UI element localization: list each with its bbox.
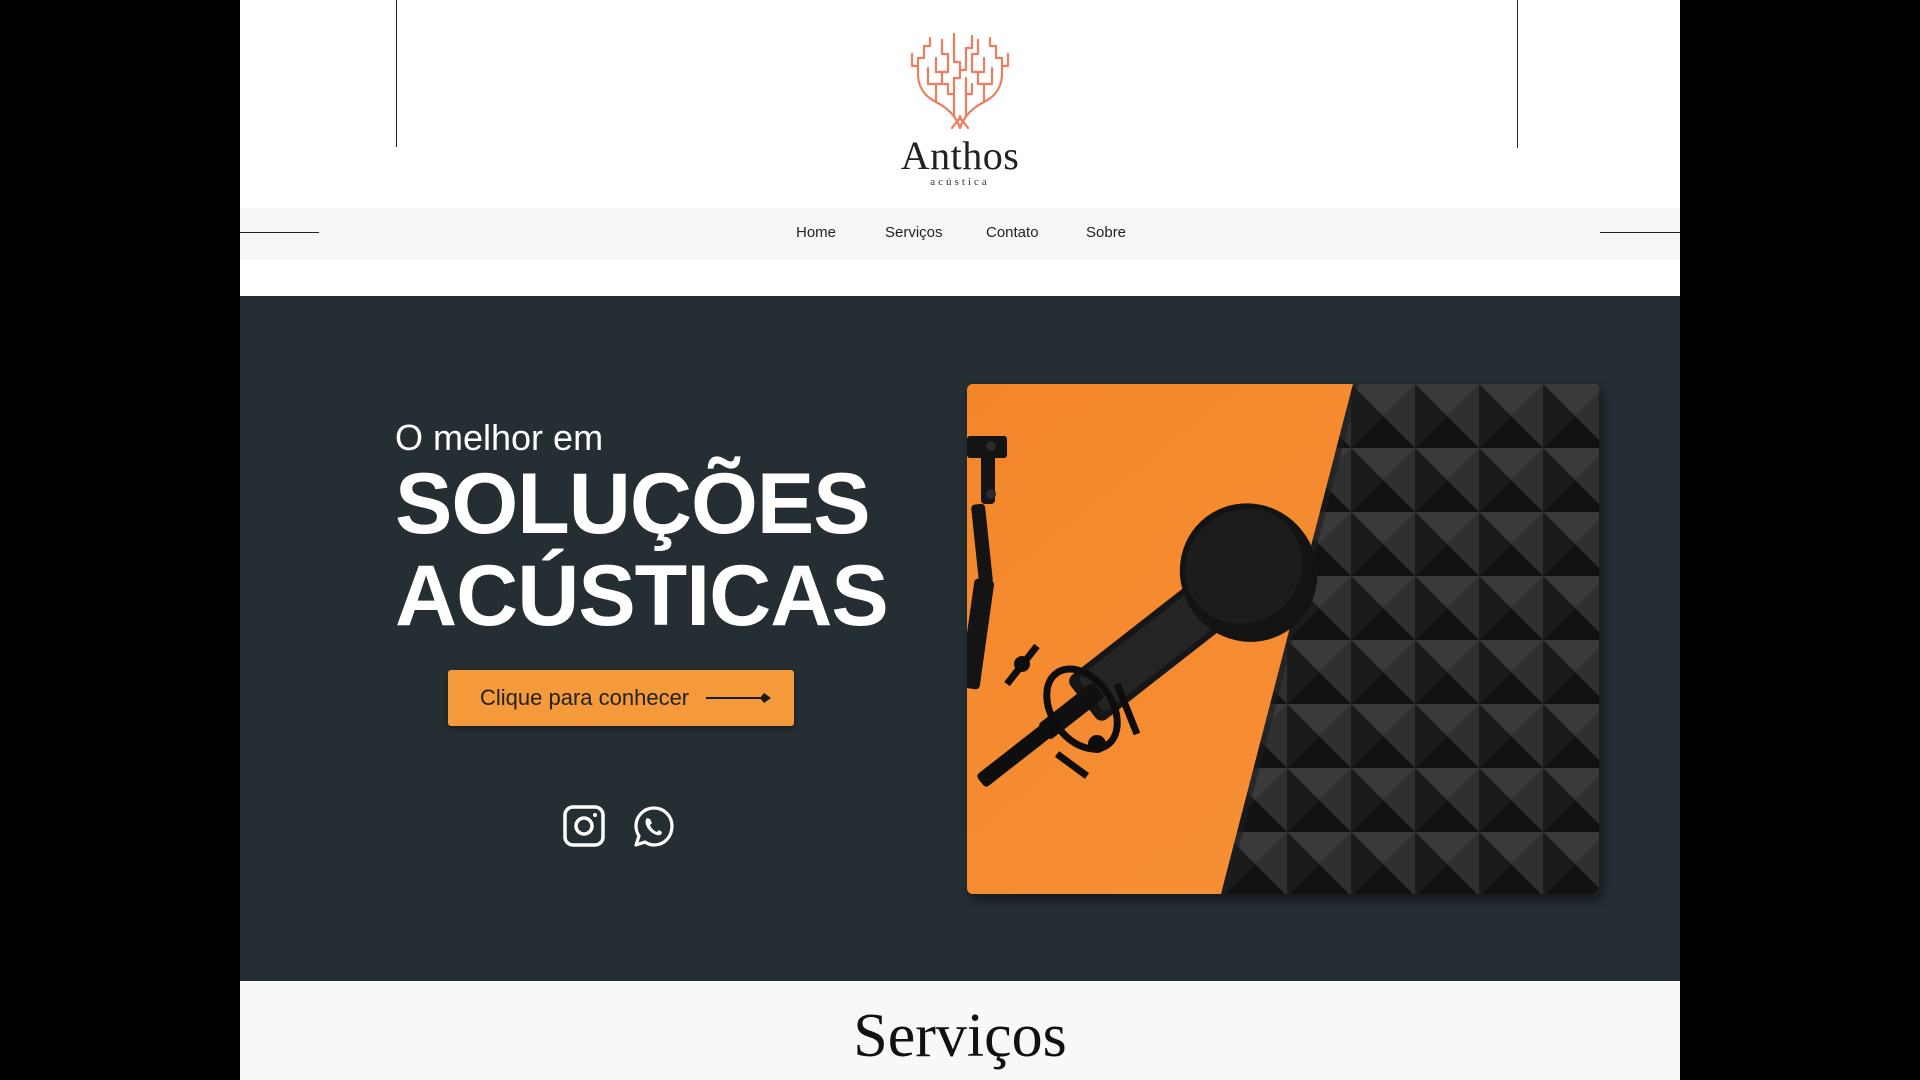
page: Anthos acústica Home Serviços Contato So…	[240, 0, 1680, 1080]
brand-tagline: acústica	[930, 176, 990, 188]
services-section: Serviços	[240, 981, 1680, 1080]
coral-tree-icon	[910, 32, 1010, 130]
hero-title-line-1: SOLUÇÕES	[395, 456, 871, 552]
microphone-image	[967, 384, 1599, 894]
nav-item-contato[interactable]: Contato	[986, 224, 1039, 241]
arrow-right-icon	[706, 693, 771, 703]
nav-bar: Home Serviços Contato Sobre	[240, 208, 1680, 260]
whatsapp-icon[interactable]	[632, 804, 676, 848]
nav-links: Home Serviços Contato Sobre	[240, 208, 1680, 260]
header-divider-left	[396, 0, 397, 147]
nav-item-servicos[interactable]: Serviços	[885, 224, 943, 241]
services-title: Serviços	[853, 1002, 1067, 1070]
nav-item-home[interactable]: Home	[796, 224, 836, 241]
hero-image	[967, 384, 1599, 894]
header-divider-right	[1517, 0, 1518, 148]
hero-title: SOLUÇÕES ACÚSTICAS	[395, 456, 889, 644]
social-links	[562, 804, 682, 848]
hero-title-line-2: ACÚSTICAS	[395, 548, 889, 644]
cta-button[interactable]: Clique para conhecer	[448, 670, 794, 726]
hero-pretitle: O melhor em	[395, 417, 604, 458]
brand-logo[interactable]: Anthos acústica	[870, 28, 1050, 190]
cta-button-label: Clique para conhecer	[480, 685, 690, 710]
nav-item-sobre[interactable]: Sobre	[1086, 224, 1126, 241]
instagram-icon[interactable]	[562, 804, 606, 848]
hero-section: O melhor em SOLUÇÕES ACÚSTICAS Clique pa…	[240, 296, 1680, 981]
brand-name: Anthos	[900, 133, 1020, 178]
